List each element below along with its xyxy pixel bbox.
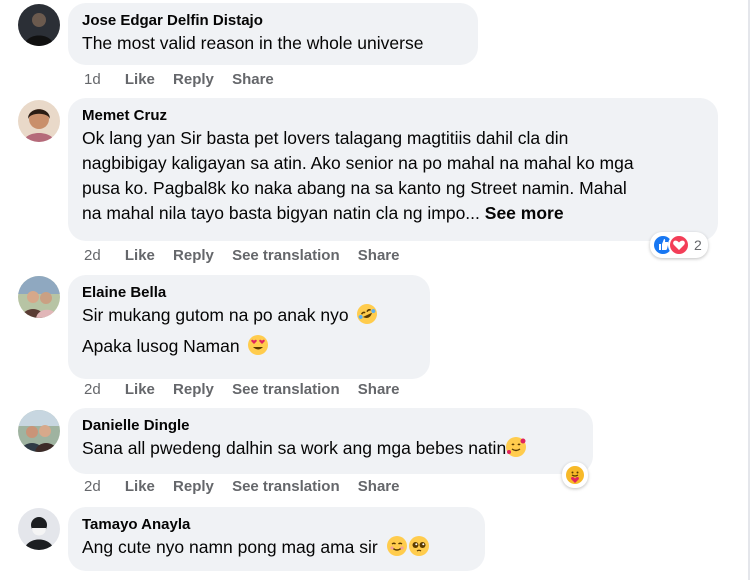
reply-button[interactable]: Reply (173, 246, 214, 266)
comment-text: Sir mukang gutom na po anak nyo (82, 300, 416, 328)
comment-bubble: Memet Cruz Ok lang yan Sir basta pet lov… (68, 98, 718, 241)
like-button[interactable]: Like (125, 380, 155, 400)
comment-timestamp[interactable]: 2d (84, 380, 101, 400)
reaction-summary[interactable]: 2 (650, 232, 708, 258)
see-more-link[interactable]: See more (485, 203, 564, 223)
comment-text: nagbibigay kaligayan sa atin. Ako senior… (82, 153, 634, 173)
pleading-face-emoji-icon (408, 536, 429, 556)
comment-actions: 2d Like Reply See translation Share (84, 477, 414, 497)
share-button[interactable]: Share (358, 380, 400, 400)
avatar[interactable] (18, 508, 60, 550)
rofl-emoji-icon (354, 300, 381, 328)
reply-button[interactable]: Reply (173, 70, 214, 90)
comment-author[interactable]: Tamayo Anayla (82, 515, 471, 535)
comment-author[interactable]: Danielle Dingle (82, 416, 579, 436)
comment-text: pusa ko. Pagbal8k ko naka abang na sa ka… (82, 178, 627, 198)
comment-bubble: Danielle Dingle Sana all pwedeng dalhin … (68, 408, 593, 474)
comment-text-line: Sir mukang gutom na po anak nyo (82, 305, 349, 325)
comment-text-truncated: na mahal nila tayo basta bigyan natin cl… (82, 203, 480, 223)
comment-timestamp[interactable]: 1d (84, 70, 101, 90)
comment-text-line: Ang cute nyo namn pong mag ama sir (82, 537, 378, 557)
comment-text: na mahal nila tayo basta bigyan natin cl… (82, 201, 704, 226)
see-translation-button[interactable]: See translation (232, 246, 340, 266)
comment-actions: 1d Like Reply Share (84, 70, 288, 90)
reply-button[interactable]: Reply (173, 477, 214, 497)
reply-button[interactable]: Reply (173, 380, 214, 400)
reaction-summary[interactable] (562, 462, 588, 488)
comment-bubble: Tamayo Anayla Ang cute nyo namn pong mag… (68, 507, 485, 571)
reaction-count: 2 (694, 237, 702, 253)
comment-actions: 2d Like Reply See translation Share (84, 246, 414, 266)
comment-text: The most valid reason in the whole unive… (82, 33, 424, 53)
smiling-hearts-emoji-icon (506, 437, 527, 457)
love-reaction-icon (668, 234, 690, 256)
avatar[interactable] (18, 276, 60, 318)
comment-actions: 2d Like Reply See translation Share (84, 380, 414, 400)
comment-author[interactable]: Jose Edgar Delfin Distajo (82, 11, 464, 31)
see-translation-button[interactable]: See translation (232, 380, 340, 400)
like-button[interactable]: Like (125, 246, 155, 266)
share-button[interactable]: Share (232, 70, 274, 90)
comment-timestamp[interactable]: 2d (84, 477, 101, 497)
share-button[interactable]: Share (358, 246, 400, 266)
avatar[interactable] (18, 100, 60, 142)
like-button[interactable]: Like (125, 70, 155, 90)
comment-text-line: Sana all pwedeng dalhin sa work ang mga … (82, 438, 507, 458)
avatar[interactable] (18, 4, 60, 46)
like-button[interactable]: Like (125, 477, 155, 497)
comment-timestamp[interactable]: 2d (84, 246, 101, 266)
comment-text-line: Apaka lusog Naman (82, 336, 240, 356)
comment-text: Sana all pwedeng dalhin sa work ang mga … (82, 436, 579, 461)
comment-text: Ang cute nyo namn pong mag ama sir (82, 535, 471, 560)
comment-text: Apaka lusog Naman (82, 334, 416, 359)
smiling-emoji-icon (386, 536, 407, 556)
see-translation-button[interactable]: See translation (232, 477, 340, 497)
comment-author[interactable]: Memet Cruz (82, 106, 704, 126)
share-button[interactable]: Share (358, 477, 400, 497)
comment-bubble: Elaine Bella Sir mukang gutom na po anak… (68, 275, 430, 379)
comment-bubble: Jose Edgar Delfin Distajo The most valid… (68, 3, 478, 65)
comment-author[interactable]: Elaine Bella (82, 283, 416, 303)
comment-text: Ok lang yan Sir basta pet lovers talagan… (82, 128, 569, 148)
heart-eyes-emoji-icon (248, 335, 269, 355)
care-reaction-icon (564, 464, 586, 486)
avatar[interactable] (18, 410, 60, 452)
